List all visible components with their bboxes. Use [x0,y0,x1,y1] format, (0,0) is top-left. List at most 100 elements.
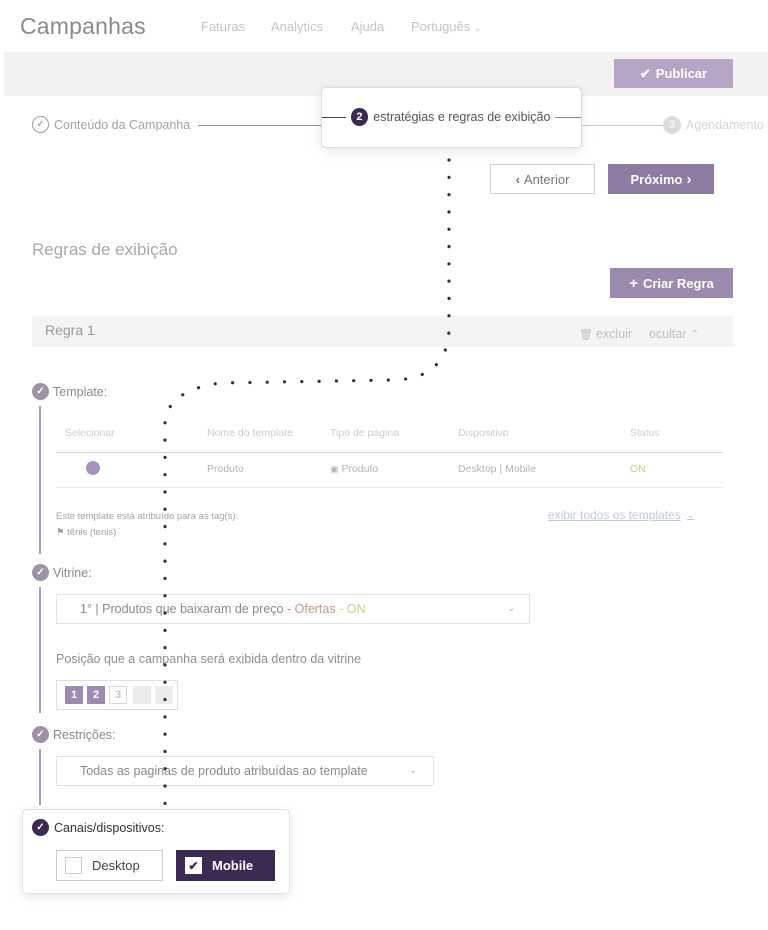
next-button-label: Próximo [630,171,683,187]
chevron-down-icon: ⌄ [473,23,482,33]
template-field-label: ✓ Template: [32,383,107,400]
desktop-label: Desktop [92,858,140,873]
desktop-toggle[interactable]: Desktop [56,850,163,881]
collapse-label: ocultar [649,327,687,341]
trash-icon: 🗑 [579,328,593,341]
check-circle-icon: ✓ [32,726,49,743]
nav-link-analytics[interactable]: Analytics [271,19,323,34]
tag-note: Este template está atribuído para as tag… [56,511,239,522]
vitrine-select-value: 1° | Produtos que baixaram de preço - Of… [80,602,365,616]
previous-button-label: Anterior [523,171,570,187]
section-title: Regras de exibição [32,240,178,259]
vitrine-name: 1° | Produtos que baixaram de preço - [80,602,295,616]
column-header: Status [630,427,660,439]
plus-icon: + [629,274,638,292]
collapse-rule-button[interactable]: ocultar ⌃ [649,327,699,341]
nav-link-faturas[interactable]: Faturas [201,19,245,34]
language-label: Português [411,19,471,34]
check-circle-icon: ✓ [32,383,49,400]
step-conteudo[interactable]: ✓ Conteúdo da Campanha [32,116,190,133]
check-circle-icon: ✓ [32,116,49,133]
stepper-connector [198,125,324,126]
template-radio[interactable] [86,461,100,475]
show-all-label: exibir todos os templates [548,508,681,522]
column-header: Selecionar [65,427,115,439]
step-label: Conteúdo da Campanha [54,117,191,132]
check-circle-icon: ✓ [32,819,49,836]
mobile-label: Mobile [212,858,254,873]
restricoes-select-value: Todas as paginas de produto atribuídas a… [80,764,368,778]
vitrine-field-label: ✓ Vitrine: [32,564,92,581]
chevron-right-icon: › [686,170,692,188]
column-header: Nome do template [207,427,293,439]
table-row-divider [56,487,723,488]
rule-title: Regra 1 [45,322,95,338]
previous-button[interactable]: ‹ Anterior [490,164,595,194]
status-badge: ON [630,463,646,475]
template-name: Produto [207,463,244,475]
vitrine-offer: Ofertas [294,602,336,616]
stepper-connector [322,116,346,118]
step-number: 2 [350,108,369,126]
field-connector-line [39,406,41,554]
language-selector[interactable]: Português ⌄ [411,19,481,34]
canais-label: Canais/dispositivos: [54,820,165,835]
active-step-callout: 2 estratégias e regras de exibição [321,87,582,148]
delete-rule-button[interactable]: 🗑 excluir [579,327,632,341]
restricoes-field-label: ✓ Restrições: [32,726,116,743]
step-agendamento[interactable]: 3 Agendamento [663,116,764,134]
position-option-disabled [155,686,173,704]
stepper-connector [580,125,664,126]
checkbox-checked-icon: ✔ [185,857,202,874]
vitrine-label: Vitrine: [53,565,92,580]
vitrine-select[interactable]: 1° | Produtos que baixaram de preço - Of… [56,594,530,624]
table-header-divider [56,452,723,453]
restricoes-select[interactable]: Todas as paginas de produto atribuídas a… [56,756,434,786]
step-label[interactable]: estratégias e regras de exibição [373,110,550,124]
position-label: Posição que a campanha será exibida dent… [56,652,362,666]
check-icon: ✔ [639,65,651,81]
create-rule-label: Criar Regra [642,275,714,291]
check-circle-icon: ✓ [32,564,49,581]
show-all-templates-link[interactable]: exibir todos os templates ⌄ [548,508,694,522]
app-title: Campanhas [20,13,146,39]
publish-button-label: Publicar [655,66,708,81]
chevron-down-icon: ⌄ [686,509,695,520]
cube-icon: ▣ [330,464,339,474]
template-label: Template: [53,384,108,399]
position-selector: 1 2 3 [56,680,178,710]
chevron-down-icon: ⌄ [507,603,516,614]
delete-label: excluir [595,327,633,341]
canais-field-label: ✓ Canais/dispositivos: [32,819,164,836]
chevron-left-icon: ‹ [515,171,520,187]
restricoes-label: Restrições: [53,727,116,742]
column-header: Tipo de página [330,427,400,439]
step-label: Agendamento [686,118,764,132]
position-option[interactable]: 2 [87,686,105,704]
publish-button[interactable]: ✔ Publicar [614,59,733,88]
page-type: ▣ Produto [330,463,378,475]
page-type-label: Produto [341,463,379,475]
position-option[interactable]: 1 [65,686,83,704]
create-rule-button[interactable]: + Criar Regra [610,268,733,298]
step-number: 3 [663,116,681,134]
tag-label: tênis (tenis) [67,527,117,538]
chevron-up-icon: ⌃ [690,328,699,340]
device: Desktop | Mobile [458,463,537,475]
tag-icon: ⚑ [56,527,65,538]
field-connector-line [39,749,41,805]
nav-link-ajuda[interactable]: Ajuda [351,19,384,34]
vitrine-separator: - [335,602,347,616]
stepper-connector [555,116,581,118]
tag-item: ⚑ tênis (tenis) [56,527,116,538]
position-option[interactable]: 3 [109,686,127,704]
column-header: Dispositivo [458,427,509,439]
mobile-toggle[interactable]: ✔ Mobile [176,850,275,881]
checkbox-unchecked-icon [65,857,82,874]
vitrine-status: ON [346,602,366,616]
next-button[interactable]: Próximo › [608,164,714,194]
chevron-down-icon: ⌄ [409,765,418,776]
top-navigation: Campanhas Faturas Analytics Ajuda Portug… [0,0,768,52]
position-option-disabled [133,686,151,704]
field-connector-line [39,587,41,713]
